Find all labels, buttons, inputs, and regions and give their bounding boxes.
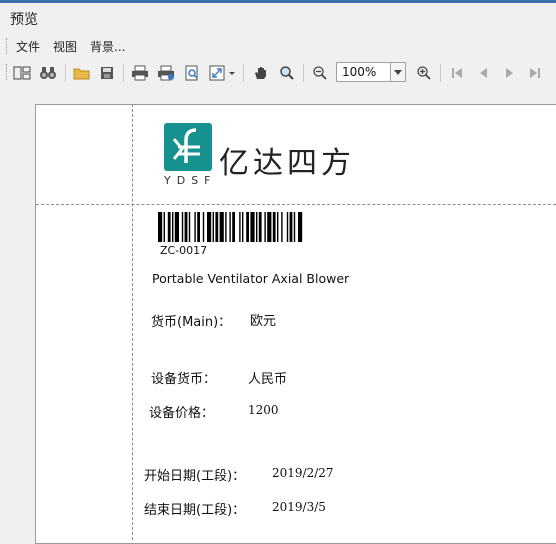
toolbar-separator	[243, 64, 244, 82]
toolbar-separator	[65, 64, 66, 82]
barcode-bar	[229, 212, 231, 242]
toolbar-separator	[303, 64, 304, 82]
toolbar-grip[interactable]	[6, 64, 9, 80]
page-fit-icon[interactable]	[208, 63, 236, 83]
barcode-bar	[242, 212, 244, 242]
currency-main-value: 欧元	[250, 314, 277, 329]
barcode-bar	[184, 212, 188, 242]
equipment-price-value: 1200	[248, 403, 279, 417]
barcode-bar	[272, 212, 276, 242]
barcode-bar	[174, 212, 179, 242]
title-bar: 预览	[0, 3, 556, 33]
margin-guide-horizontal	[36, 204, 556, 205]
end-date-label: 结束日期(工段)：	[144, 503, 246, 518]
barcode-bar	[258, 212, 262, 242]
barcode-bar	[250, 212, 255, 242]
barcode-bar	[172, 212, 174, 242]
menu-view[interactable]: 视图	[53, 38, 77, 55]
first-page-icon[interactable]	[447, 63, 467, 83]
barcode-bar	[281, 212, 283, 242]
open-folder-icon[interactable]	[72, 63, 92, 83]
equipment-currency-label: 设备货币：	[151, 372, 217, 387]
start-date-label: 开始日期(工段)：	[144, 469, 246, 484]
logo-mark-text: YDSF	[164, 174, 217, 187]
barcode-bar	[197, 212, 200, 242]
barcode-bar	[225, 212, 227, 242]
print-preview-icon[interactable]	[182, 63, 202, 83]
toolbar	[0, 60, 556, 86]
barcode	[158, 212, 303, 242]
next-page-icon[interactable]	[499, 63, 519, 83]
equipment-price-label: 设备价格：	[149, 406, 215, 421]
currency-main-label: 货币(Main)：	[151, 315, 232, 330]
save-icon[interactable]	[97, 63, 117, 83]
barcode-code: ZC-0017	[160, 244, 208, 257]
zoom-value: 100%	[342, 65, 377, 79]
equipment-currency-value: 人民币	[248, 372, 288, 387]
zoom-out-icon[interactable]	[310, 63, 330, 83]
barcode-bar	[256, 212, 258, 242]
magnify-icon[interactable]	[277, 63, 297, 83]
barcode-bar	[207, 212, 212, 242]
print-icon[interactable]	[130, 63, 150, 83]
barcode-bar	[298, 212, 303, 242]
window-title: 预览	[10, 12, 38, 28]
prev-page-icon[interactable]	[473, 63, 493, 83]
margin-guide-vertical	[132, 104, 133, 540]
company-logo-icon	[164, 123, 212, 171]
barcode-bar	[293, 212, 296, 242]
barcode-bar	[267, 212, 272, 242]
zoom-select[interactable]: 100%	[336, 62, 406, 82]
menu-grip[interactable]	[6, 38, 9, 54]
barcode-bar	[232, 212, 235, 242]
product-name: Portable Ventilator Axial Blower	[152, 271, 350, 286]
hand-icon[interactable]	[251, 63, 271, 83]
barcode-bar	[188, 212, 191, 242]
barcode-bar	[286, 212, 289, 242]
toolbar-separator	[123, 64, 124, 82]
start-date-value: 2019/2/27	[272, 466, 334, 480]
layout-icon[interactable]	[12, 63, 32, 83]
barcode-bar	[239, 212, 241, 242]
barcode-bar	[212, 212, 214, 242]
print-setup-icon[interactable]	[156, 63, 176, 83]
barcode-bar	[246, 212, 249, 242]
barcode-bar	[158, 212, 163, 242]
barcode-bar	[277, 212, 279, 242]
barcode-bar	[264, 212, 266, 242]
barcode-bar	[219, 212, 224, 242]
company-name: 亿达四方	[219, 146, 355, 181]
menu-file[interactable]: 文件	[16, 38, 40, 55]
barcode-bar	[289, 212, 293, 242]
last-page-icon[interactable]	[525, 63, 545, 83]
menu-background[interactable]: 背景...	[90, 38, 125, 55]
end-date-value: 2019/3/5	[272, 500, 326, 514]
barcode-bar	[215, 212, 219, 242]
toolbar-separator	[440, 64, 441, 82]
barcode-bar	[202, 212, 205, 242]
zoom-in-icon[interactable]	[414, 63, 434, 83]
barcode-bar	[167, 212, 171, 242]
menu-bar: 文件 视图 背景...	[0, 34, 556, 58]
barcode-bar	[181, 212, 184, 242]
find-icon[interactable]	[38, 63, 58, 83]
chevron-down-icon[interactable]	[390, 63, 405, 81]
barcode-bar	[194, 212, 196, 242]
barcode-bar	[163, 212, 165, 242]
